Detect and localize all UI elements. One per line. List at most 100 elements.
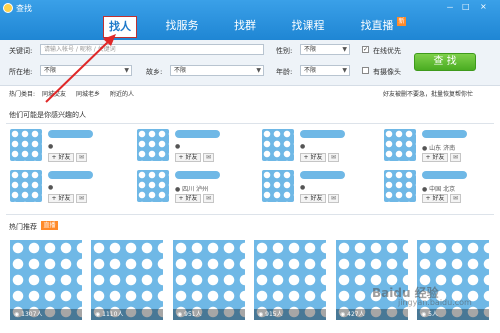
person-name[interactable]	[422, 171, 467, 179]
keyword-input[interactable]: 请输入帐号 / 昵称 / 关键词	[40, 44, 264, 55]
close-button[interactable]: ×	[480, 2, 487, 11]
chevron-down-icon: ▼	[256, 67, 261, 74]
person-card[interactable]: ● + 好友 ✉	[10, 170, 132, 212]
message-icon[interactable]: ✉	[203, 194, 214, 203]
person-location: ●	[175, 143, 180, 150]
tab-find-course[interactable]: 找课程	[286, 16, 330, 38]
user-icon: ●	[48, 184, 54, 191]
person-card[interactable]: ● + 好友 ✉	[10, 129, 132, 171]
person-name[interactable]	[422, 130, 467, 138]
header-bar: 查找 － □ × 找人 找服务 找群 找课程 找直播 新	[0, 0, 500, 40]
viewer-count: ◉ 1110人	[91, 309, 163, 320]
minimize-button[interactable]: －	[446, 2, 454, 13]
divider	[6, 123, 494, 124]
watermark-url: jingyan.baidu.com	[398, 298, 472, 307]
live-thumbnail[interactable]: ◉ 1307人	[10, 240, 82, 320]
people-section-title: 他们可能是你感兴趣的人	[9, 111, 86, 119]
message-icon[interactable]: ✉	[76, 194, 87, 203]
divider	[6, 214, 494, 215]
avatar[interactable]	[10, 170, 42, 202]
add-friend-button[interactable]: + 好友	[175, 153, 201, 162]
person-location: ● 山东 济南	[422, 145, 456, 152]
person-name[interactable]	[175, 171, 220, 179]
camera-checkbox[interactable]	[362, 67, 369, 74]
tab-find-group[interactable]: 找群	[228, 16, 262, 38]
person-card[interactable]: ● 山东 济南 + 好友 ✉	[384, 129, 500, 171]
live-thumbnail[interactable]: ◉ 427人	[336, 240, 408, 320]
person-location: ● 中国 北京	[422, 186, 456, 193]
viewer-count: ◉ 915人	[254, 309, 326, 320]
add-friend-button[interactable]: + 好友	[422, 194, 448, 203]
person-name[interactable]	[48, 130, 93, 138]
avatar[interactable]	[262, 170, 294, 202]
avatar[interactable]	[10, 129, 42, 161]
live-badge: 直播	[41, 221, 58, 230]
avatar[interactable]	[384, 129, 416, 161]
restore-friends-link[interactable]: 好友被删不要急，批量恢复帮你忙	[383, 89, 473, 98]
viewer-count: ◉ 427人	[336, 309, 408, 320]
avatar[interactable]	[262, 129, 294, 161]
add-friend-button[interactable]: + 好友	[48, 194, 74, 203]
location-label: 所在地:	[9, 68, 33, 76]
person-card[interactable]: ● 中国 北京 + 好友 ✉	[384, 170, 500, 212]
online-first-label: 在线优先	[373, 47, 401, 55]
hot-category-label: 热门类目:	[9, 91, 36, 98]
person-location: ● 四川 泸州	[175, 186, 209, 193]
add-friend-button[interactable]: + 好友	[48, 153, 74, 162]
hot-link-hometown[interactable]: 同城老乡	[76, 89, 100, 98]
live-thumbnail[interactable]: ◉ 1110人	[91, 240, 163, 320]
hometown-value: 不限	[174, 67, 187, 74]
window-title: 查找	[16, 4, 32, 13]
person-card[interactable]: ● 四川 泸州 + 好友 ✉	[137, 170, 259, 212]
add-friend-button[interactable]: + 好友	[300, 194, 326, 203]
viewer-count: ◉ 5人	[417, 309, 489, 320]
maximize-button[interactable]: □	[462, 2, 470, 11]
user-icon: ●	[48, 143, 54, 150]
tab-find-service[interactable]: 找服务	[160, 16, 204, 38]
message-icon[interactable]: ✉	[203, 153, 214, 162]
message-icon[interactable]: ✉	[450, 153, 461, 162]
live-thumbnail[interactable]: ◉ 915人	[254, 240, 326, 320]
person-name[interactable]	[300, 171, 345, 179]
message-icon[interactable]: ✉	[328, 153, 339, 162]
person-card[interactable]: ● + 好友 ✉	[137, 129, 259, 171]
avatar[interactable]	[137, 129, 169, 161]
message-icon[interactable]: ✉	[76, 153, 87, 162]
hot-link-nearby[interactable]: 附近的人	[110, 89, 134, 98]
age-label: 年龄:	[276, 68, 293, 76]
keyword-label: 关键词:	[9, 47, 33, 55]
person-name[interactable]	[48, 171, 93, 179]
age-select[interactable]: 不限 ▼	[300, 65, 350, 76]
person-location: ●	[48, 184, 53, 191]
message-icon[interactable]: ✉	[450, 194, 461, 203]
tab-find-live[interactable]: 找直播	[356, 16, 398, 38]
online-first-checkbox[interactable]: ✓	[362, 46, 369, 53]
gender-label: 性别:	[276, 47, 293, 55]
age-value: 不限	[304, 67, 317, 74]
hot-category-bar: 热门类目: 同城交友 同城老乡 附近的人 好友被删不要急，批量恢复帮你忙	[0, 86, 500, 100]
person-card[interactable]: ● + 好友 ✉	[262, 170, 384, 212]
person-card[interactable]: ● + 好友 ✉	[262, 129, 384, 171]
location-value: 不限	[44, 67, 57, 74]
live-thumbnail[interactable]: ◉ 5人	[417, 240, 489, 320]
gender-select[interactable]: 不限 ▼	[300, 44, 350, 55]
person-name[interactable]	[300, 130, 345, 138]
add-friend-button[interactable]: + 好友	[175, 194, 201, 203]
live-thumbnail[interactable]: ◉ 951人	[173, 240, 245, 320]
new-badge: 新	[397, 17, 406, 26]
viewer-count: ◉ 951人	[173, 309, 245, 320]
add-friend-button[interactable]: + 好友	[422, 153, 448, 162]
avatar[interactable]	[137, 170, 169, 202]
avatar[interactable]	[384, 170, 416, 202]
person-location: ●	[300, 143, 305, 150]
live-section-title: 热门推荐	[9, 223, 37, 231]
app-logo-icon	[3, 3, 13, 13]
location-select[interactable]: 不限 ▼	[40, 65, 132, 76]
hometown-select[interactable]: 不限 ▼	[170, 65, 264, 76]
find-button[interactable]: 查 找	[414, 53, 476, 71]
add-friend-button[interactable]: + 好友	[300, 153, 326, 162]
hot-link-local-friends[interactable]: 同城交友	[42, 89, 66, 98]
tab-find-people[interactable]: 找人	[103, 16, 137, 38]
message-icon[interactable]: ✉	[328, 194, 339, 203]
person-name[interactable]	[175, 130, 220, 138]
